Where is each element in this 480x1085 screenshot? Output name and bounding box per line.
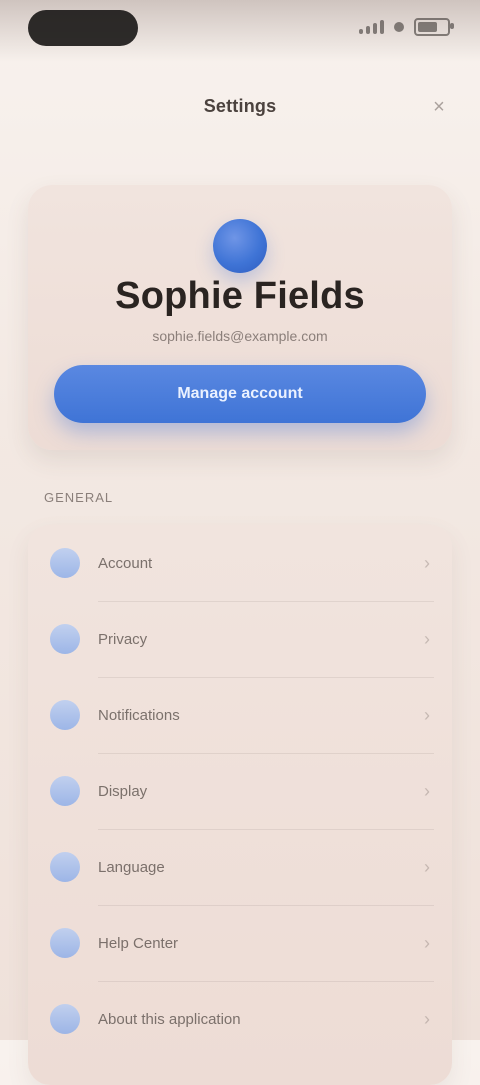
sun-icon [50,776,80,806]
top-header: Settings × [0,78,480,138]
signal-icon [359,20,384,34]
list-item[interactable]: Help Center › [28,905,452,981]
manage-account-button[interactable]: Manage account [54,365,426,423]
lock-icon [50,624,80,654]
chevron-right-icon: › [424,552,430,573]
wifi-icon [394,22,404,32]
dynamic-island [28,10,138,46]
list-item-label: Help Center [98,934,179,952]
list-item[interactable]: Language › [28,829,452,905]
avatar [213,219,267,273]
list-item-label: About this application [98,1010,241,1028]
help-icon [50,928,80,958]
chevron-right-icon: › [424,932,430,953]
battery-icon [414,18,454,36]
status-icons [359,18,454,36]
profile-card: Sophie Fields sophie.fields@example.com … [28,185,452,450]
info-icon [50,1004,80,1034]
list-item[interactable]: Account › [28,525,452,601]
list-item-label: Privacy [98,630,148,648]
status-bar [0,0,480,62]
profile-name: Sophie Fields [115,275,365,317]
list-item-label: Language [98,858,165,876]
list-item-label: Account [98,554,153,572]
page-title: Settings [203,96,277,116]
chevron-right-icon: › [424,780,430,801]
section-label-general: General [44,490,114,505]
list-item[interactable]: Privacy › [28,601,452,677]
list-item[interactable]: Notifications › [28,677,452,753]
profile-subtitle: sophie.fields@example.com [152,328,328,344]
globe-icon [50,852,80,882]
list-item-label: Display [98,782,148,800]
bell-icon [50,700,80,730]
list-item[interactable]: About this application › [28,981,452,1057]
chevron-right-icon: › [424,1008,430,1029]
chevron-right-icon: › [424,704,430,725]
list-item-label: Notifications [98,706,180,724]
settings-list: Account › Privacy › Notifications › Disp… [28,525,452,1085]
list-item[interactable]: Display › [28,753,452,829]
user-icon [50,548,80,578]
chevron-right-icon: › [424,628,430,649]
close-icon[interactable]: × [424,92,454,122]
chevron-right-icon: › [424,856,430,877]
